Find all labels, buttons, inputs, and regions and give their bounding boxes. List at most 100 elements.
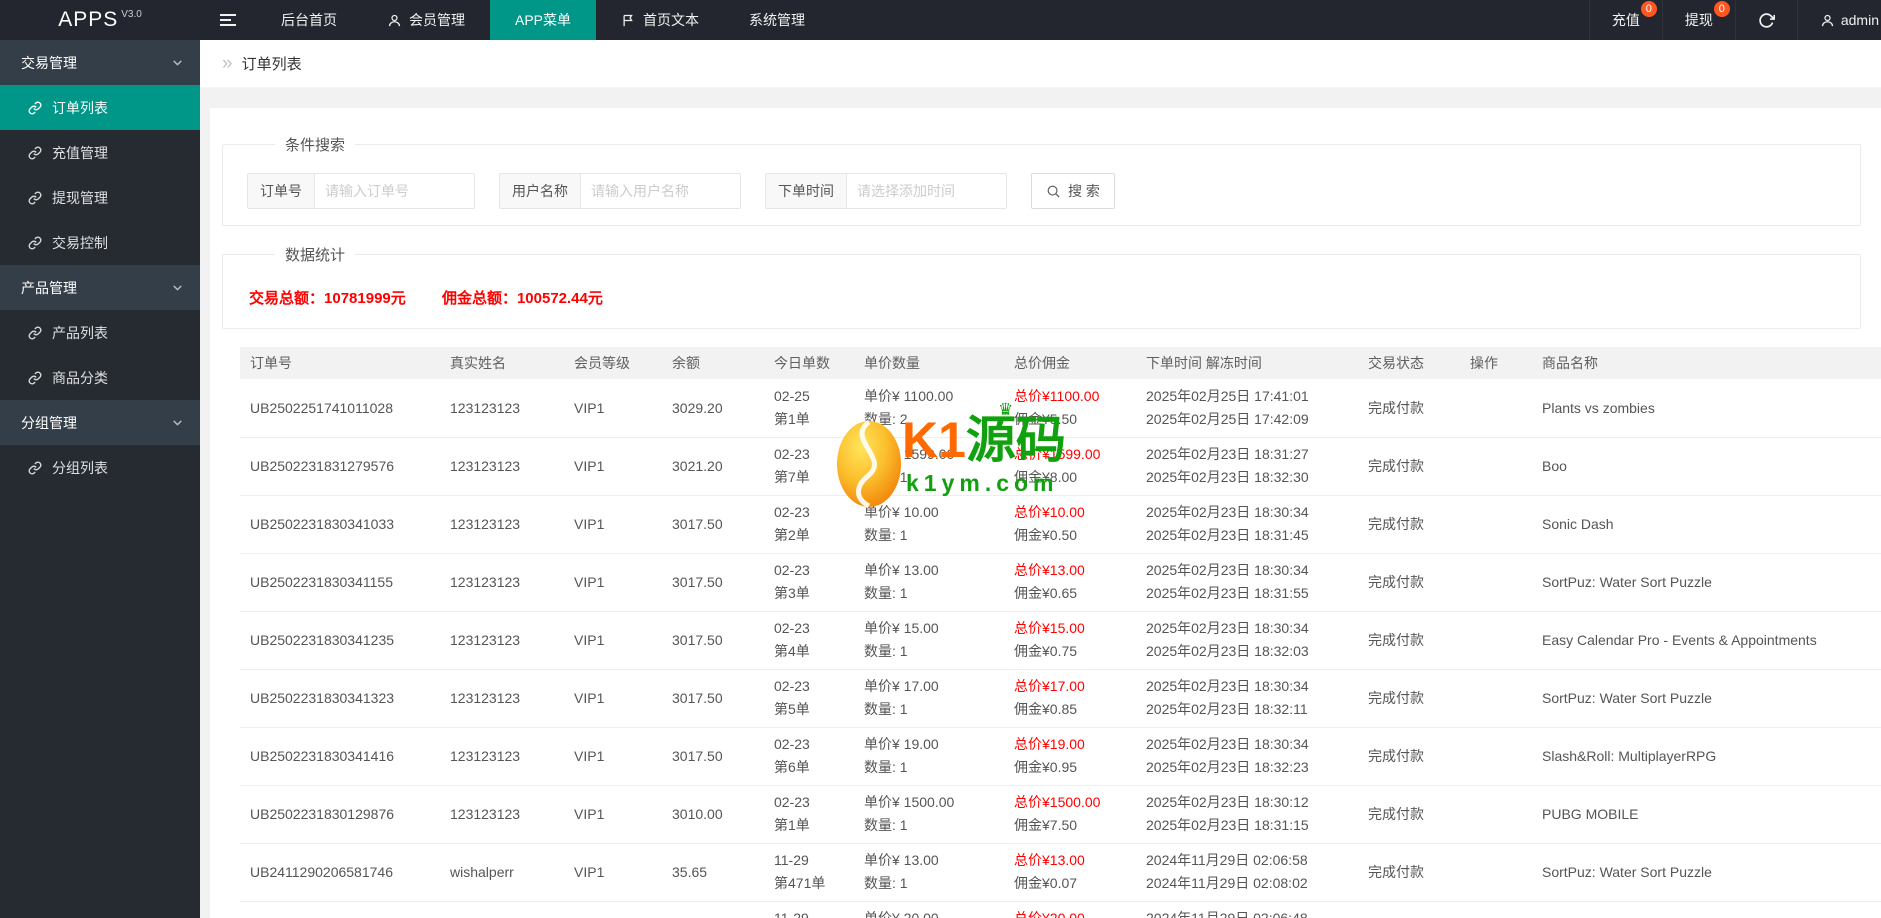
cell-product: Boo [1532,437,1881,496]
menu-toggle-icon[interactable] [200,0,256,40]
cell-real-name: wishalperr [440,901,564,918]
order-time-input[interactable] [847,173,1007,209]
cell-times: 2025年02月23日 18:30:34 2025年02月23日 18:31:55 [1136,553,1358,612]
cell-action [1460,611,1532,670]
sidebar-item-goods-category[interactable]: 商品分类 [0,355,200,400]
cell-day-orders: 02-23 第2单 [764,495,854,554]
cell-times: 2025年02月23日 18:30:34 2025年02月23日 18:32:03 [1136,611,1358,670]
flag-icon [623,14,633,26]
user-name-field-group: 用户名称 [499,173,741,209]
cell-product: SortPuz: Water Sort Puzzle [1532,669,1881,728]
col-action: 操作 [1460,347,1532,379]
col-product: 商品名称 [1532,347,1881,379]
cell-day-orders: 02-23 第3单 [764,553,854,612]
sidebar-group-trade[interactable]: 交易管理 [0,40,200,85]
cell-total-commission: 总价¥1100.00 佣金¥5.50 [1004,379,1136,438]
cell-day-orders: 02-23 第5单 [764,669,854,728]
table-row: UB2502231830341416 123123123 VIP1 3017.5… [240,727,1881,786]
total-commission-stat: 佣金总额：100572.44元 [441,290,603,307]
search-legend: 条件搜索 [285,137,346,154]
col-vip-level: 会员等级 [564,347,662,379]
cell-balance: 35.65 [662,843,764,902]
main-content: » 订单列表 条件搜索 订单号 用户名称 下单时间 [200,40,1881,918]
cell-vip-level: VIP1 [564,727,662,786]
table-row: UB2502231830341033 123123123 VIP1 3017.5… [240,495,1881,554]
cell-real-name: 123123123 [440,611,564,670]
link-icon [28,191,42,204]
table-row: UB2502231830129876 123123123 VIP1 3010.0… [240,785,1881,844]
order-time-label: 下单时间 [765,173,847,209]
cell-order-no: UB2502231830341323 [240,669,440,728]
withdraw-badge: 0 [1713,1,1730,17]
nav-item-members[interactable]: 会员管理 [362,0,490,40]
cell-order-no: UB2502231830341155 [240,553,440,612]
order-time-field-group: 下单时间 [765,173,1007,209]
cell-day-orders: 11-29 第471单 [764,843,854,902]
cell-balance: 3010.00 [662,785,764,844]
stats-legend: 数据统计 [285,247,346,264]
chevron-down-icon [173,285,182,291]
sidebar-item-withdraw[interactable]: 提现管理 [0,175,200,220]
cell-vip-level: VIP1 [564,901,662,918]
table-row: UB2502251741011028 123123123 VIP1 3029.2… [240,379,1881,438]
cell-order-no: UB2502231831279576 [240,437,440,496]
col-price-qty: 单价数量 [854,347,1004,379]
nav-item-home-text[interactable]: 首页文本 [596,0,724,40]
cell-product: Slash&Roll: MultiplayerRPG [1532,727,1881,786]
table-row: UB2502231830341323 123123123 VIP1 3017.5… [240,669,1881,728]
nav-item-app-menu[interactable]: APP菜单 [490,0,597,40]
sidebar-item-trade-control[interactable]: 交易控制 [0,220,200,265]
cell-total-commission: 总价¥10.00 佣金¥0.50 [1004,495,1136,554]
cell-price-qty: 单价¥ 13.00 数量: 1 [854,843,1004,902]
cell-day-orders: 02-23 第7单 [764,437,854,496]
cell-day-orders: 02-23 第6单 [764,727,854,786]
breadcrumb: » 订单列表 [200,40,1881,88]
col-times: 下单时间 解冻时间 [1136,347,1358,379]
cell-vip-level: VIP1 [564,379,662,438]
cell-balance: 3021.20 [662,437,764,496]
cell-product: My Talking Tom Friends [1532,901,1881,918]
refresh-button[interactable] [1734,0,1797,40]
sidebar-group-product[interactable]: 产品管理 [0,265,200,310]
cell-status: 完成付款 [1358,901,1460,918]
cell-day-orders: 11-29第470单 [764,901,854,918]
sidebar-group-grouping[interactable]: 分组管理 [0,400,200,445]
sidebar-item-recharge[interactable]: 充值管理 [0,130,200,175]
nav-item-home[interactable]: 后台首页 [256,0,362,40]
cell-real-name: 123123123 [440,553,564,612]
admin-menu[interactable]: admin [1796,0,1881,40]
withdraw-button[interactable]: 提现 0 [1661,0,1735,40]
stats-line: 交易总额：10781999元 佣金总额：100572.44元 [247,277,1844,312]
content-card: 条件搜索 订单号 用户名称 下单时间 搜 索 [210,108,1881,918]
sidebar-item-product-list[interactable]: 产品列表 [0,310,200,355]
cell-action [1460,901,1532,918]
search-icon [1047,185,1060,198]
order-no-label: 订单号 [247,173,315,209]
cell-total-commission: 总价¥1500.00 佣金¥7.50 [1004,785,1136,844]
user-name-input[interactable] [581,173,741,209]
cell-action [1460,785,1532,844]
logo-version: V3.0 [121,8,142,20]
search-button[interactable]: 搜 索 [1031,173,1115,209]
cell-balance: 35.55 [662,901,764,918]
cell-order-no: UB2502231830341416 [240,727,440,786]
sidebar-item-order-list[interactable]: 订单列表 [0,85,200,130]
recharge-button[interactable]: 充值 0 [1588,0,1662,40]
cell-balance: 3017.50 [662,495,764,554]
sidebar-item-group-list[interactable]: 分组列表 [0,445,200,490]
cell-vip-level: VIP1 [564,843,662,902]
cell-price-qty: 单价¥ 10.00 数量: 1 [854,495,1004,554]
order-no-input[interactable] [315,173,475,209]
cell-balance: 3029.20 [662,379,764,438]
link-icon [28,371,42,384]
link-icon [28,461,42,474]
col-balance: 余额 [662,347,764,379]
nav-item-system[interactable]: 系统管理 [724,0,830,40]
cell-order-no: UB2502231830341033 [240,495,440,554]
cell-price-qty: 单价¥ 1100.00 数量: 2 [854,379,1004,438]
cell-vip-level: VIP1 [564,785,662,844]
cell-price-qty: 单价¥ 1599.00 数量: 1 [854,437,1004,496]
cell-price-qty: 单价¥ 1500.00 数量: 1 [854,785,1004,844]
cell-vip-level: VIP1 [564,553,662,612]
cell-balance: 3017.50 [662,727,764,786]
